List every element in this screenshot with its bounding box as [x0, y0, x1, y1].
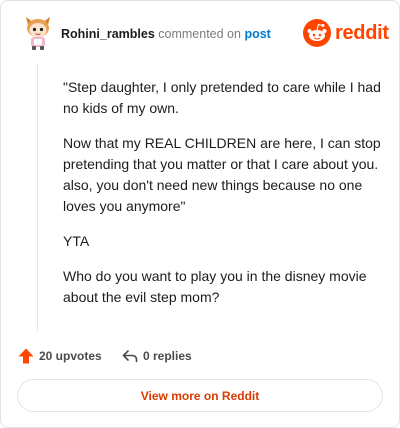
- comment-paragraph: Who do you want to play you in the disne…: [63, 268, 367, 305]
- view-more-on-reddit-button[interactable]: View more on Reddit: [17, 379, 383, 412]
- post-link[interactable]: post: [244, 27, 270, 41]
- reddit-comment-embed-card: Rohini_rambles commented on post reddit …: [0, 0, 400, 428]
- upvote-count: 20 upvotes: [39, 349, 102, 363]
- thread-line: [37, 63, 38, 331]
- author-line: Rohini_rambles commented on post: [61, 26, 271, 42]
- commented-on-text: commented on: [158, 27, 241, 41]
- author-name[interactable]: Rohini_rambles: [61, 27, 155, 41]
- upvote-arrow-icon[interactable]: [17, 347, 35, 365]
- reply-arrow-icon[interactable]: [121, 347, 139, 365]
- comment-body: "Step daughter, I only pretended to care…: [63, 77, 385, 322]
- comment-footer: 20 upvotes 0 replies: [17, 346, 377, 366]
- view-more-label: View more on Reddit: [140, 388, 260, 403]
- comment-header: Rohini_rambles commented on post reddit: [23, 15, 389, 53]
- comment-paragraph: YTA: [63, 233, 90, 249]
- reddit-wordmark: reddit: [335, 22, 389, 44]
- snoo-avatar-icon[interactable]: [23, 15, 53, 51]
- comment-paragraph: Now that my REAL CHILDREN are here, I ca…: [63, 135, 381, 214]
- reply-count: 0 replies: [143, 349, 192, 363]
- reddit-alien-icon: [303, 19, 331, 47]
- comment-paragraph: "Step daughter, I only pretended to care…: [63, 79, 381, 116]
- reddit-logo[interactable]: reddit: [303, 19, 389, 49]
